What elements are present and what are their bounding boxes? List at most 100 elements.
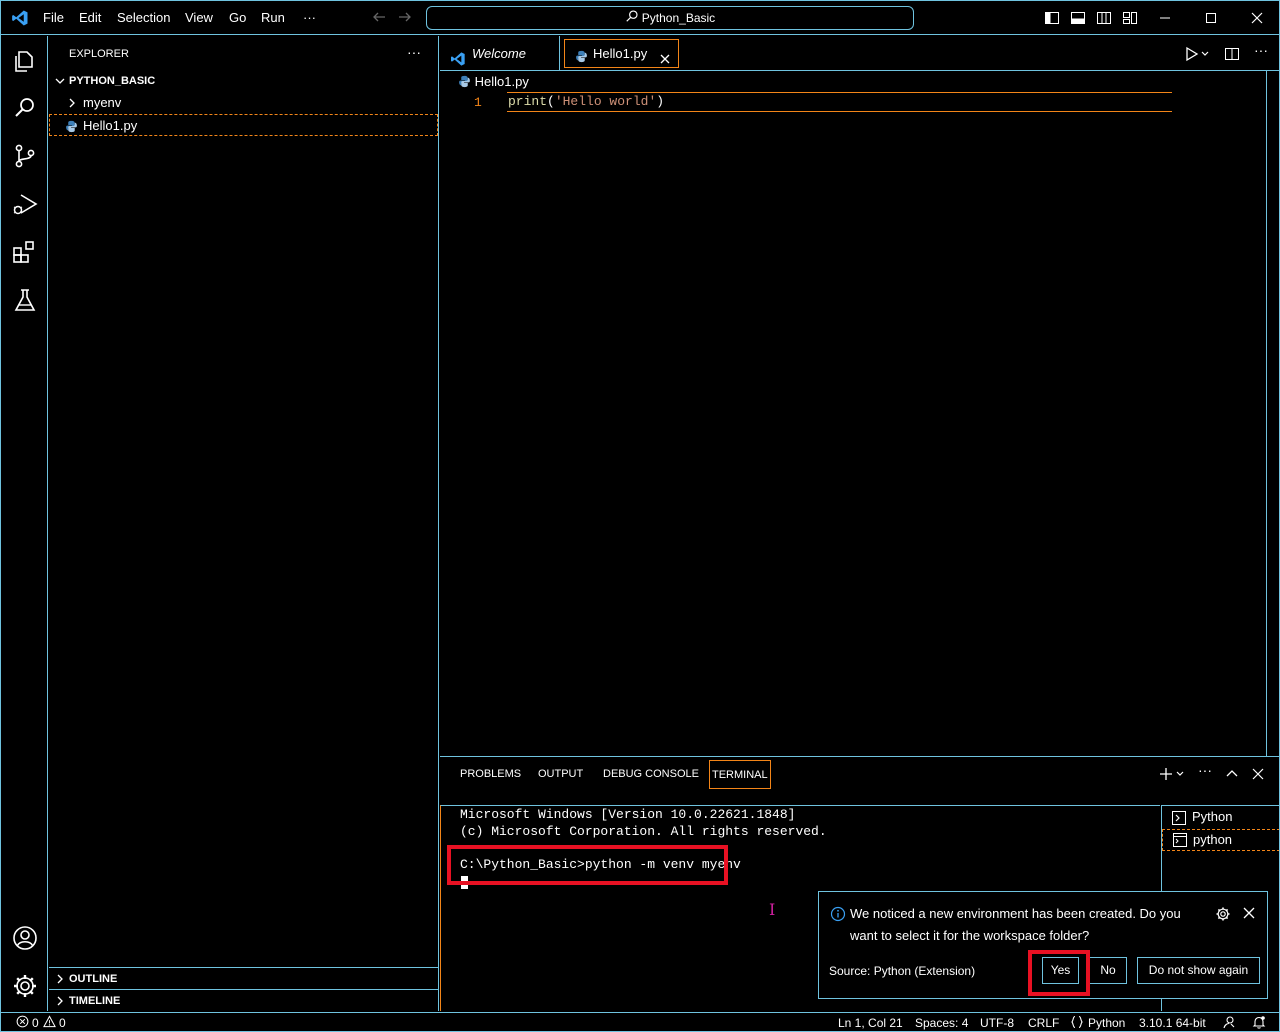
- editor-tabs: Welcome Hello1.py ···: [440, 36, 1279, 71]
- outline-label: OUTLINE: [69, 973, 118, 985]
- terminal-list-label: python: [1193, 832, 1233, 847]
- minimize-icon[interactable]: [1157, 10, 1173, 29]
- run-and-debug-icon[interactable]: [11, 190, 39, 218]
- tab-hello1[interactable]: Hello1.py: [564, 39, 679, 68]
- code-string: 'Hello world': [554, 94, 657, 109]
- tab-debug-console[interactable]: DEBUG CONSOLE: [603, 768, 699, 780]
- notification-message-line2: want to select it for the workspace fold…: [850, 928, 1090, 943]
- error-circle-icon[interactable]: [16, 1015, 29, 1031]
- notification-source: Source: Python (Extension): [829, 964, 976, 978]
- code-line-content[interactable]: print('Hello world'): [507, 92, 1172, 112]
- notifications-bell-icon[interactable]: [1252, 1015, 1266, 1031]
- feedback-icon[interactable]: [1222, 1015, 1236, 1031]
- tree-item-myenv[interactable]: myenv: [49, 92, 438, 114]
- menu-edit[interactable]: Edit: [79, 10, 101, 25]
- explorer-title: EXPLORER: [69, 48, 129, 60]
- error-count[interactable]: 0: [32, 1016, 39, 1030]
- mouse-ibeam-cursor: I: [769, 900, 776, 919]
- editor-area: Welcome Hello1.py ··· Hello1.py 1 print(…: [440, 36, 1279, 756]
- warning-count[interactable]: 0: [59, 1016, 66, 1030]
- menu-selection[interactable]: Selection: [117, 10, 170, 25]
- toggle-panel-icon[interactable]: [1070, 10, 1086, 29]
- python-file-icon: [575, 45, 588, 72]
- tab-problems[interactable]: PROBLEMS: [460, 768, 521, 780]
- folder-name: PYTHON_BASIC: [69, 75, 156, 87]
- menu-view[interactable]: View: [185, 10, 213, 25]
- testing-flask-icon[interactable]: [11, 286, 39, 314]
- tree-item-hello1[interactable]: Hello1.py: [49, 114, 438, 136]
- language-mode[interactable]: Python: [1088, 1016, 1125, 1030]
- tab-label: Welcome: [472, 46, 526, 61]
- toggle-primary-sidebar-icon[interactable]: [1044, 10, 1060, 29]
- new-terminal-plus-icon[interactable]: [1158, 766, 1186, 785]
- settings-gear-icon[interactable]: [11, 972, 39, 1000]
- toggle-secondary-sidebar-icon[interactable]: [1096, 10, 1112, 29]
- terminal-list-item-selected[interactable]: python: [1162, 829, 1279, 853]
- source-control-icon[interactable]: [11, 142, 39, 170]
- code-paren-open: (: [547, 94, 555, 109]
- no-button[interactable]: No: [1089, 957, 1127, 984]
- end-of-line[interactable]: CRLF: [1028, 1016, 1059, 1030]
- run-python-file-icon[interactable]: [1184, 46, 1212, 65]
- extensions-icon[interactable]: [11, 238, 39, 266]
- warning-triangle-icon[interactable]: [43, 1015, 56, 1031]
- search-icon[interactable]: [11, 94, 39, 122]
- command-center-search[interactable]: Python_Basic: [426, 6, 914, 30]
- explorer-icon[interactable]: [11, 46, 39, 74]
- maximize-panel-chevron-up-icon[interactable]: [1224, 766, 1240, 785]
- editor-more-actions[interactable]: ···: [1254, 42, 1268, 58]
- accounts-icon[interactable]: [11, 924, 39, 952]
- terminal-line: (c) Microsoft Corporation. All rights re…: [460, 824, 827, 839]
- code-function: print: [508, 94, 548, 109]
- explorer-more-actions[interactable]: ···: [407, 44, 421, 60]
- notification-settings-gear-icon[interactable]: [1215, 906, 1231, 925]
- code-paren-close: ): [656, 94, 665, 109]
- menu-more[interactable]: ···: [303, 10, 316, 25]
- title-bar: File Edit Selection View Go Run ··· Pyth…: [1, 1, 1279, 35]
- customize-layout-icon[interactable]: [1122, 10, 1138, 29]
- explorer-sidebar: EXPLORER ··· PYTHON_BASIC myenv Hello1.p…: [49, 36, 439, 1011]
- timeline-label: TIMELINE: [69, 995, 121, 1007]
- terminal-line: Microsoft Windows [Version 10.0.22621.18…: [460, 807, 796, 822]
- vscode-logo-icon: [11, 9, 29, 30]
- line-number: 1: [474, 95, 482, 110]
- maximize-icon[interactable]: [1203, 10, 1219, 29]
- do-not-show-again-button[interactable]: Do not show again: [1137, 957, 1260, 984]
- tab-welcome[interactable]: Welcome: [440, 36, 560, 71]
- breadcrumb-file: Hello1.py: [474, 74, 529, 89]
- editor-scrollbar[interactable]: [1266, 71, 1267, 756]
- language-braces-icon[interactable]: [1070, 1015, 1084, 1031]
- indentation[interactable]: Spaces: 4: [915, 1016, 968, 1030]
- code-line-1[interactable]: 1 print('Hello world'): [440, 92, 1279, 114]
- tree-item-label: Hello1.py: [83, 118, 138, 133]
- menu-run[interactable]: Run: [261, 10, 285, 25]
- forward-arrow-icon[interactable]: [397, 9, 413, 28]
- highlight-command-box: [447, 845, 728, 885]
- breadcrumb[interactable]: Hello1.py: [458, 74, 529, 91]
- back-arrow-icon[interactable]: [371, 9, 387, 28]
- menu-file[interactable]: File: [43, 10, 64, 25]
- python-file-icon: [458, 75, 471, 91]
- cursor-position[interactable]: Ln 1, Col 21: [838, 1016, 903, 1030]
- outline-section-header[interactable]: OUTLINE: [49, 967, 438, 989]
- encoding[interactable]: UTF-8: [980, 1016, 1014, 1030]
- close-panel-icon[interactable]: [1250, 766, 1266, 785]
- python-file-icon: [65, 118, 78, 140]
- command-center-label: Python_Basic: [641, 11, 716, 25]
- tab-output[interactable]: OUTPUT: [538, 768, 583, 780]
- terminal-list-item[interactable]: Python: [1162, 806, 1279, 828]
- split-editor-icon[interactable]: [1224, 46, 1240, 65]
- notification-message-line1: We noticed a new environment has been cr…: [850, 906, 1181, 921]
- highlight-yes-box: [1028, 950, 1090, 996]
- terminal-list-label: Python: [1192, 809, 1233, 824]
- tab-terminal[interactable]: TERMINAL: [709, 760, 771, 789]
- close-window-icon[interactable]: [1249, 10, 1265, 29]
- panel-more-actions[interactable]: ···: [1198, 762, 1212, 778]
- close-tab-icon[interactable]: [659, 47, 671, 74]
- folder-header[interactable]: PYTHON_BASIC: [49, 70, 438, 92]
- python-interpreter[interactable]: 3.10.1 64-bit: [1139, 1016, 1206, 1030]
- timeline-section-header[interactable]: TIMELINE: [49, 989, 438, 1011]
- notification-close-icon[interactable]: [1242, 906, 1256, 923]
- cmd-terminal-icon: [1173, 833, 1187, 853]
- menu-go[interactable]: Go: [229, 10, 246, 25]
